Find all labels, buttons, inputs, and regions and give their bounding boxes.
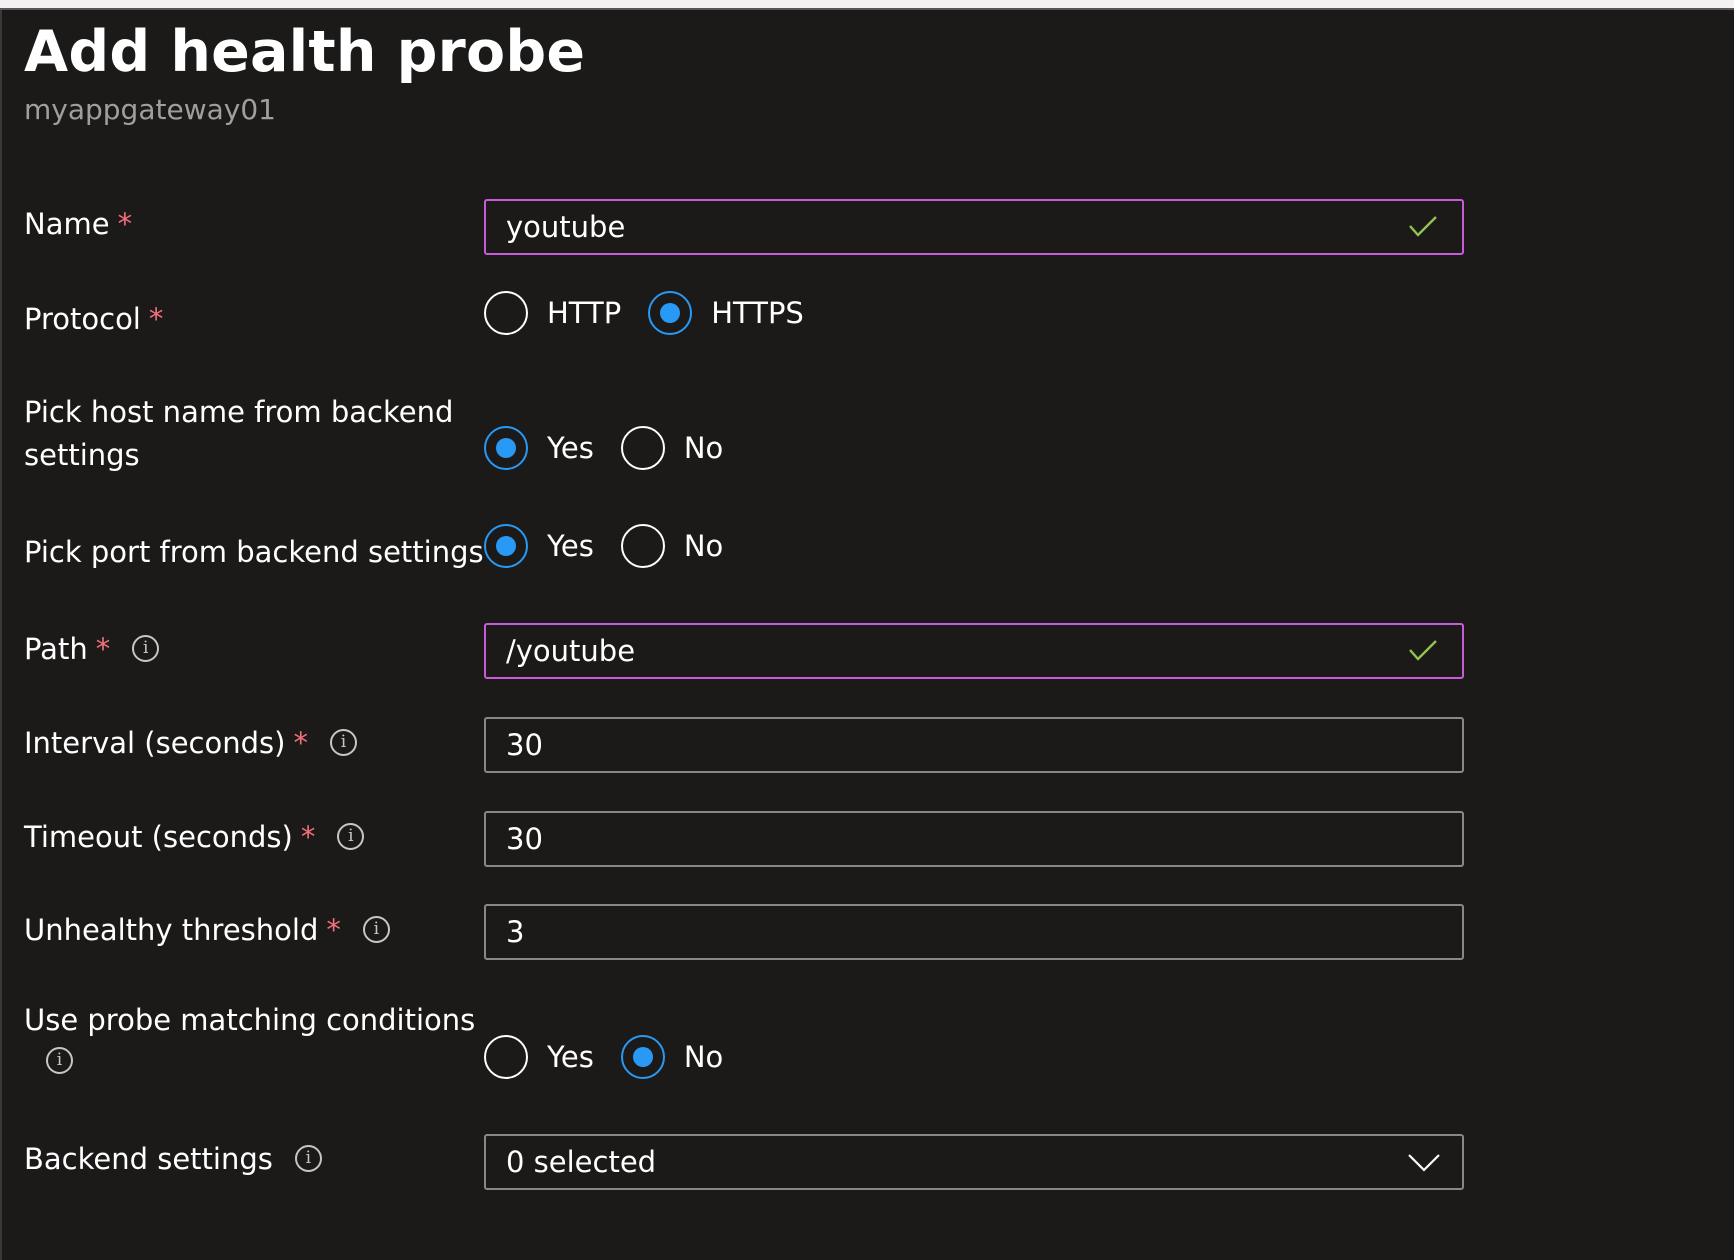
unhealthy-threshold-label: Unhealthy threshold * i <box>24 909 390 952</box>
probe-matching-info-wrap: i <box>24 1040 475 1083</box>
radio-circle[interactable] <box>484 291 528 335</box>
pick-port-label-text: Pick port from backend settings <box>24 535 484 569</box>
path-input[interactable]: /youtube <box>484 623 1464 679</box>
unhealthy-threshold-label-text: Unhealthy threshold <box>24 913 319 947</box>
radio-label: No <box>683 431 724 465</box>
timeout-label-text: Timeout (seconds) <box>24 820 293 854</box>
pick-port-radio-group: Yes No <box>484 523 750 569</box>
radio-label: Yes <box>547 431 594 465</box>
protocol-option-https[interactable]: HTTPS <box>648 291 804 335</box>
pick-host-name-label: Pick host name from backend settings <box>24 391 453 477</box>
unhealthy-threshold-input[interactable]: 3 <box>484 904 1464 960</box>
probe-matching-option-no[interactable]: No <box>620 1035 724 1079</box>
pick-host-name-label-line1: Pick host name from backend <box>24 395 454 429</box>
pick-port-option-yes[interactable]: Yes <box>484 524 594 568</box>
required-marker: * <box>300 820 316 854</box>
name-input-value: youtube <box>506 210 626 244</box>
pick-host-name-radio-group: Yes No <box>484 425 750 471</box>
info-icon[interactable]: i <box>329 728 357 756</box>
info-icon[interactable]: i <box>294 1144 322 1172</box>
backend-settings-label-text: Backend settings <box>24 1142 273 1176</box>
timeout-label: Timeout (seconds) * i <box>24 816 365 859</box>
protocol-radio-group: HTTP HTTPS <box>484 290 831 336</box>
required-marker: * <box>148 302 164 336</box>
path-label-text: Path <box>24 632 88 666</box>
interval-input-value: 30 <box>506 728 543 762</box>
required-marker: * <box>95 632 111 666</box>
panel-edge <box>0 10 2 1260</box>
backend-settings-dropdown-value: 0 selected <box>506 1145 657 1179</box>
backend-settings-label: Backend settings i <box>24 1138 322 1181</box>
top-bar-shadow <box>0 8 1734 10</box>
top-bar <box>0 0 1734 8</box>
info-icon[interactable]: i <box>337 822 365 850</box>
name-label: Name * <box>24 203 132 246</box>
checkmark-icon <box>1409 216 1437 237</box>
radio-circle-selected[interactable] <box>484 426 528 470</box>
unhealthy-threshold-input-value: 3 <box>506 915 525 949</box>
interval-label: Interval (seconds) * i <box>24 722 357 765</box>
radio-circle-selected[interactable] <box>620 1035 665 1079</box>
pick-host-name-option-no[interactable]: No <box>620 426 724 470</box>
radio-circle[interactable] <box>484 1035 528 1079</box>
page-subtitle: myappgateway01 <box>24 93 276 126</box>
protocol-label-text: Protocol <box>24 302 141 336</box>
interval-label-text: Interval (seconds) <box>24 726 286 760</box>
probe-matching-radio-group: Yes No <box>484 1034 750 1080</box>
probe-matching-label-text: Use probe matching conditions <box>24 1003 476 1037</box>
pick-port-option-no[interactable]: No <box>620 524 724 568</box>
info-icon[interactable]: i <box>362 915 390 943</box>
radio-label: HTTPS <box>711 296 804 330</box>
checkmark-icon <box>1409 640 1437 661</box>
path-input-value: /youtube <box>506 634 636 668</box>
pick-host-name-option-yes[interactable]: Yes <box>484 426 594 470</box>
radio-label: Yes <box>547 529 594 563</box>
path-label: Path * i <box>24 628 160 671</box>
pick-port-label: Pick port from backend settings <box>24 531 484 574</box>
protocol-option-http[interactable]: HTTP <box>484 291 621 335</box>
required-marker: * <box>117 207 133 241</box>
name-label-text: Name <box>24 207 110 241</box>
info-icon[interactable]: i <box>132 634 160 662</box>
protocol-label: Protocol * <box>24 298 163 341</box>
radio-circle-selected[interactable] <box>484 524 528 568</box>
pick-host-name-label-line2: settings <box>24 438 140 472</box>
radio-circle-selected[interactable] <box>648 291 693 335</box>
chevron-down-icon <box>1408 1154 1440 1172</box>
radio-circle[interactable] <box>620 524 665 568</box>
name-input[interactable]: youtube <box>484 199 1464 255</box>
probe-matching-option-yes[interactable]: Yes <box>484 1035 594 1079</box>
radio-circle[interactable] <box>620 426 665 470</box>
required-marker: * <box>326 913 341 947</box>
interval-input[interactable]: 30 <box>484 717 1464 773</box>
radio-label: No <box>683 529 724 563</box>
info-icon[interactable]: i <box>46 1046 73 1074</box>
timeout-input-value: 30 <box>506 822 543 856</box>
backend-settings-dropdown[interactable]: 0 selected <box>484 1134 1464 1190</box>
radio-label: HTTP <box>547 296 622 330</box>
probe-matching-label: Use probe matching conditions i <box>24 999 475 1083</box>
timeout-input[interactable]: 30 <box>484 811 1464 867</box>
radio-label: No <box>683 1040 724 1074</box>
radio-label: Yes <box>547 1040 594 1074</box>
required-marker: * <box>293 726 308 760</box>
page-title: Add health probe <box>24 19 586 85</box>
